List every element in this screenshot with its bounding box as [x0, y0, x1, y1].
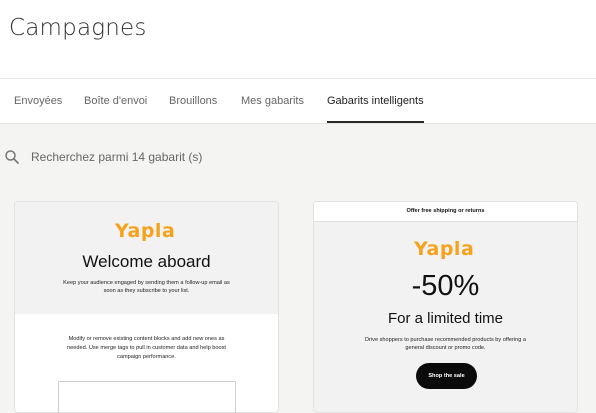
template-intro-line-2: soon as they subscribe to your list.: [103, 288, 190, 294]
template-body-line-1: Modify or remove existing content blocks…: [68, 336, 225, 342]
tab-mes-gabarits[interactable]: Mes gabarits: [241, 95, 304, 107]
search-input[interactable]: Recherchez parmi 14 gabarit (s): [31, 150, 202, 164]
template-card-welcome[interactable]: Yapla Welcome aboard Keep your audience …: [14, 201, 279, 413]
tab-bar: Envoyées Boîte d'envoi Brouillons Mes ga…: [0, 78, 596, 124]
template-banner: Offer free shipping or returns: [314, 202, 577, 222]
yapla-logo: Yapla: [414, 238, 475, 260]
shop-the-sale-button[interactable]: Shop the sale: [416, 363, 477, 389]
template-card-sale[interactable]: Offer free shipping or returns Yapla -50…: [313, 201, 578, 413]
template-body-line-1: Drive shoppers to purchase recommended p…: [365, 337, 526, 343]
yapla-logo: Yapla: [115, 220, 176, 242]
template-content-block: [58, 381, 236, 412]
page-title: Campagnes: [9, 15, 147, 41]
template-body-line-2: general discount or promo code.: [405, 345, 486, 351]
template-title: Welcome aboard: [82, 252, 211, 271]
template-subheadline: For a limited time: [387, 310, 504, 327]
template-intro-line-1: Keep your audience engaged by sending th…: [63, 280, 230, 286]
search-icon: [5, 150, 19, 164]
tab-envoyees[interactable]: Envoyées: [14, 95, 62, 107]
template-body-line-3: campaign performance.: [117, 354, 176, 360]
tab-brouillons[interactable]: Brouillons: [169, 95, 217, 107]
template-search[interactable]: Recherchez parmi 14 gabarit (s): [0, 140, 596, 174]
active-tab-indicator: [327, 121, 424, 123]
template-headline: -50%: [411, 270, 480, 302]
tab-gabarits-intelligents[interactable]: Gabarits intelligents: [327, 95, 424, 107]
page-header: Campagnes: [0, 0, 596, 78]
template-body-line-2: needed. Use merge tags to pull in custom…: [67, 345, 226, 351]
tab-boite-envoi[interactable]: Boîte d'envoi: [84, 95, 147, 107]
